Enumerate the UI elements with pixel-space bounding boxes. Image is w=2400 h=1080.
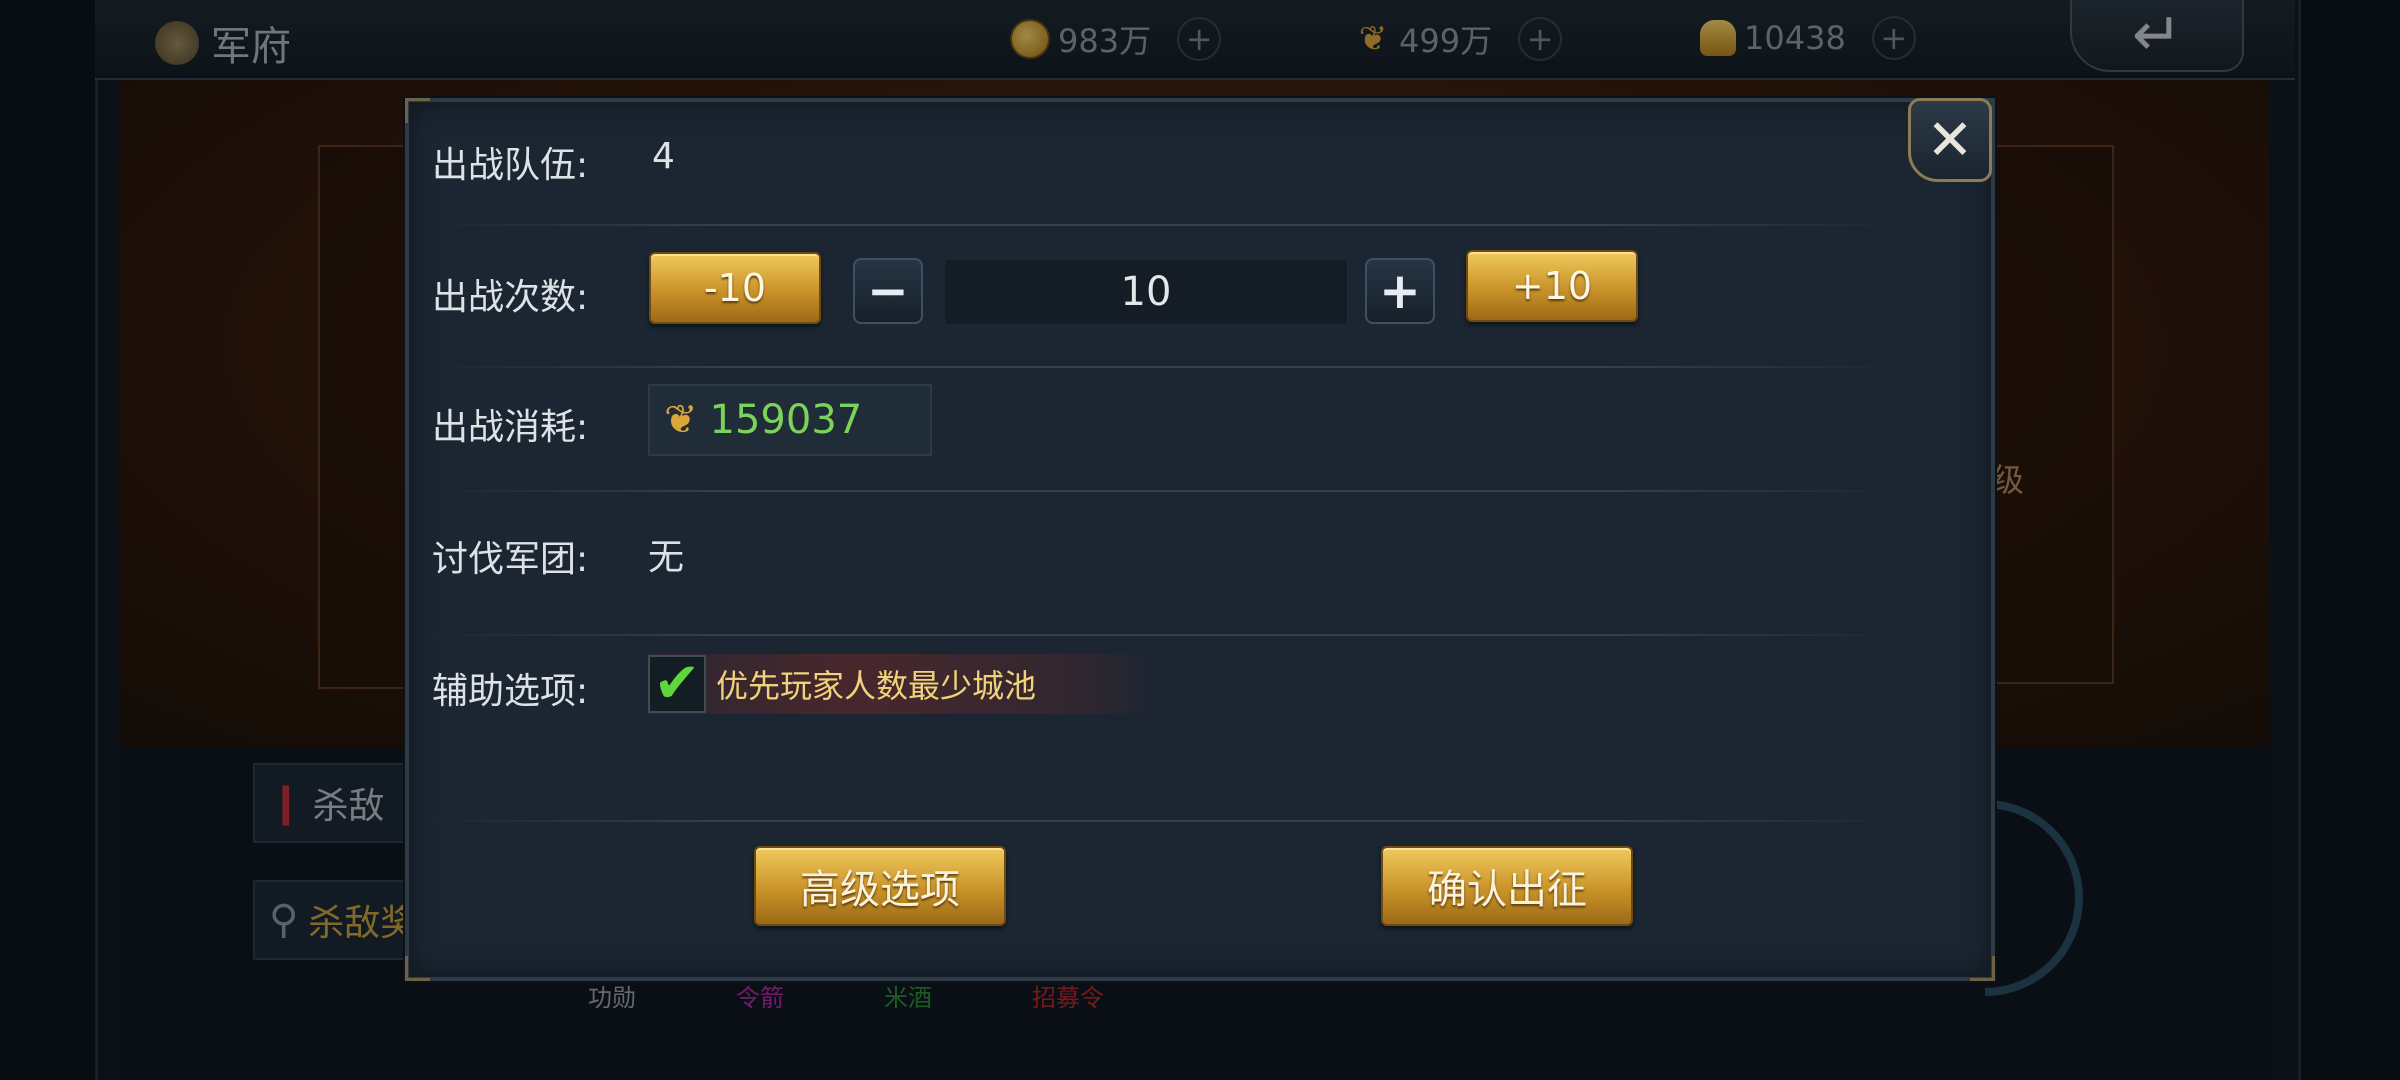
increment-button[interactable]: + xyxy=(1365,258,1435,324)
grain-icon: ❦ xyxy=(664,397,698,443)
team-value: 4 xyxy=(652,136,675,177)
assist-option-label: 优先玩家人数最少城池 xyxy=(716,667,1037,705)
assist-option[interactable]: ✔ 优先玩家人数最少城池 xyxy=(648,654,1158,714)
legion-label: 讨伐军团: xyxy=(432,539,589,580)
advanced-options-button[interactable]: 高级选项 xyxy=(754,846,1006,926)
dispatch-dialog xyxy=(405,98,1995,981)
cost-display: ❦ 159037 xyxy=(648,384,932,456)
cost-value: 159037 xyxy=(709,397,863,443)
row-divider xyxy=(430,366,1900,368)
close-button[interactable]: ✕ xyxy=(1908,98,1992,182)
row-divider xyxy=(430,224,1900,226)
minus-icon: − xyxy=(867,262,909,320)
row-divider xyxy=(430,820,1900,822)
check-icon: ✔ xyxy=(653,651,701,716)
times-count-field[interactable]: 10 xyxy=(943,258,1349,326)
dialog-corner-ornament xyxy=(405,956,430,981)
confirm-dispatch-button[interactable]: 确认出征 xyxy=(1381,846,1633,926)
assist-checkbox[interactable]: ✔ xyxy=(648,655,706,713)
dialog-corner-ornament xyxy=(1970,956,1995,981)
plus-ten-button[interactable]: +10 xyxy=(1466,250,1638,322)
close-icon: ✕ xyxy=(1926,107,1974,173)
row-divider xyxy=(430,634,1900,636)
team-label: 出战队伍: xyxy=(432,145,589,186)
assist-label: 辅助选项: xyxy=(432,671,589,712)
row-divider xyxy=(430,490,1900,492)
legion-value: 无 xyxy=(648,537,685,578)
times-label: 出战次数: xyxy=(432,277,589,318)
cost-label: 出战消耗: xyxy=(432,407,589,448)
decrement-button[interactable]: − xyxy=(853,258,923,324)
plus-icon: + xyxy=(1379,262,1421,320)
minus-ten-button[interactable]: -10 xyxy=(649,252,821,324)
dialog-corner-ornament xyxy=(405,98,430,123)
